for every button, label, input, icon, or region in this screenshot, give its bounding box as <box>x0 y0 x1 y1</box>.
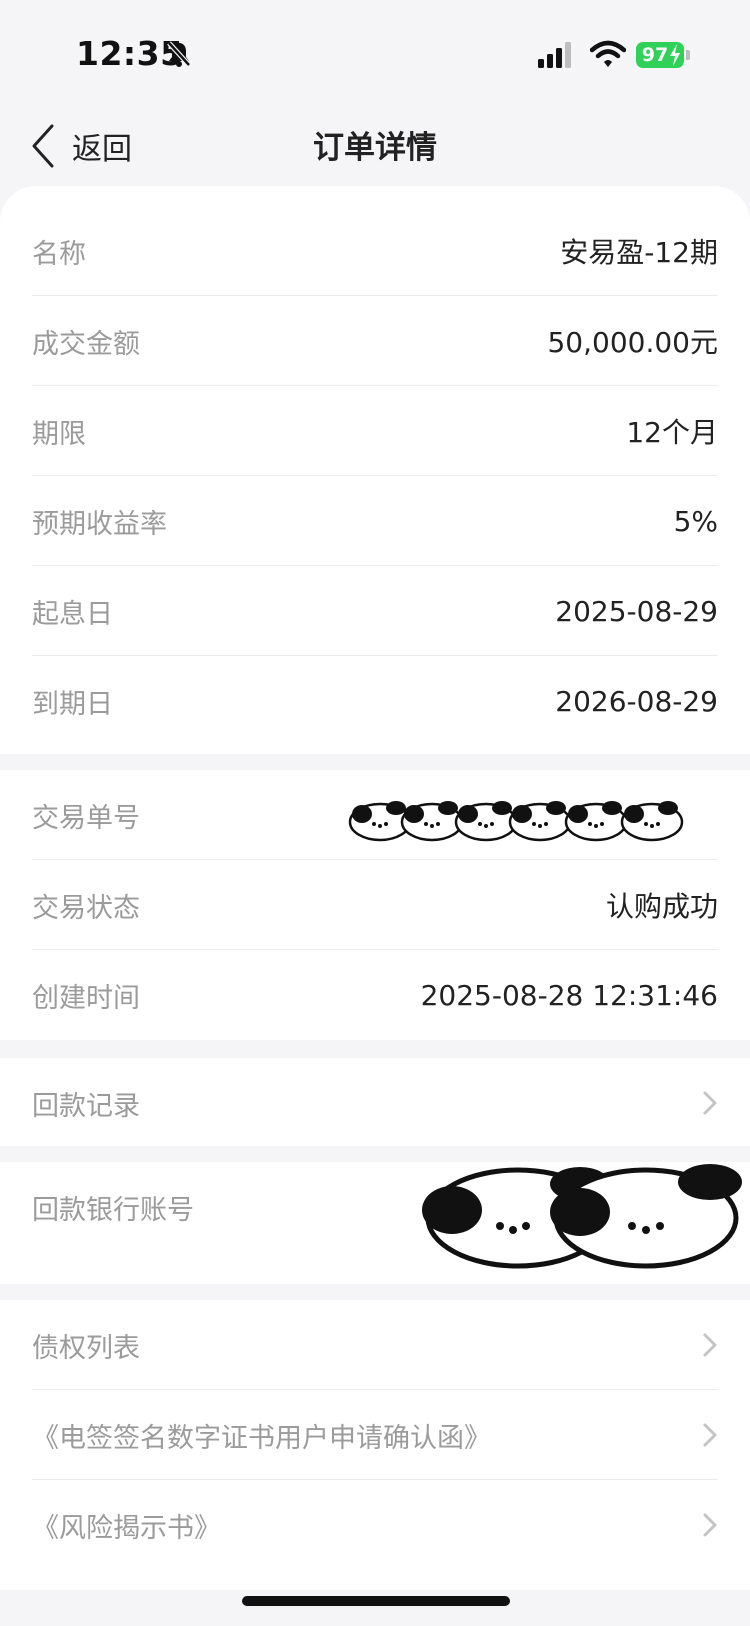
detail-value: 2025-08-29 <box>555 594 718 628</box>
refund-record-card[interactable]: 回款记录 <box>0 1058 750 1146</box>
product-details-card: 名称 安易盈-12期 成交金额 50,000.00元 期限 12个月 预期收益率… <box>0 186 750 754</box>
detail-row-yield: 预期收益率 5% <box>32 476 718 566</box>
detail-label: 预期收益率 <box>32 508 167 540</box>
detail-label: 名称 <box>32 238 86 270</box>
document-row-certificate-letter[interactable]: 《电签签名数字证书用户申请确认函》 <box>32 1390 718 1480</box>
transaction-row-created: 创建时间 2025-08-28 12:31:46 <box>32 950 718 1040</box>
chevron-right-icon <box>703 1333 717 1357</box>
detail-label: 成交金额 <box>32 328 140 360</box>
detail-label: 期限 <box>32 418 86 450</box>
document-row-claims-list[interactable]: 债权列表 <box>32 1300 718 1390</box>
detail-label: 起息日 <box>32 598 113 630</box>
documents-card: 债权列表 《电签签名数字证书用户申请确认函》 《风险揭示书》 <box>0 1300 750 1590</box>
detail-value: 12个月 <box>626 416 718 449</box>
chevron-right-icon <box>703 1513 717 1537</box>
detail-row-amount: 成交金额 50,000.00元 <box>32 296 718 386</box>
detail-row-start-date: 起息日 2025-08-29 <box>32 566 718 656</box>
refund-record-label: 回款记录 <box>32 1090 140 1122</box>
panda-redaction-sticker-strip <box>348 799 684 842</box>
transaction-label: 交易单号 <box>32 802 140 834</box>
transaction-label: 交易状态 <box>32 892 140 924</box>
transaction-row-status: 交易状态 认购成功 <box>32 860 718 950</box>
detail-label: 到期日 <box>32 688 113 720</box>
document-label: 《电签签名数字证书用户申请确认函》 <box>32 1422 491 1454</box>
detail-row-name: 名称 安易盈-12期 <box>32 206 718 296</box>
panda-redaction-sticker <box>422 1164 742 1269</box>
cellular-signal-icon <box>538 42 571 68</box>
chevron-right-icon <box>703 1091 717 1115</box>
battery-icon: 97 <box>636 42 684 68</box>
chevron-right-icon <box>703 1423 717 1447</box>
detail-row-term: 期限 12个月 <box>32 386 718 476</box>
refund-record-row[interactable]: 回款记录 <box>32 1058 718 1148</box>
detail-value: 5% <box>673 504 718 538</box>
document-row-risk-disclosure[interactable]: 《风险揭示书》 <box>32 1480 718 1570</box>
status-bar: 12:35 97 <box>0 0 750 100</box>
bell-slash-icon <box>167 41 191 67</box>
detail-value: 2026-08-29 <box>555 684 718 718</box>
transaction-label: 创建时间 <box>32 982 140 1014</box>
detail-row-maturity-date: 到期日 2026-08-29 <box>32 656 718 746</box>
detail-value: 50,000.00元 <box>547 326 718 359</box>
battery-cap <box>686 50 690 60</box>
detail-value: 安易盈-12期 <box>560 236 718 269</box>
wifi-icon <box>590 40 626 67</box>
transaction-value: 2025-08-28 12:31:46 <box>420 978 718 1012</box>
document-label: 《风险揭示书》 <box>32 1512 221 1544</box>
charging-bolt-icon <box>670 44 680 66</box>
nav-bar: 返回 订单详情 <box>0 100 750 190</box>
document-label: 债权列表 <box>32 1332 140 1364</box>
transaction-value: 认购成功 <box>605 890 718 923</box>
page-title: 订单详情 <box>313 130 437 166</box>
home-indicator[interactable] <box>242 1596 510 1606</box>
refund-account-label: 回款银行账号 <box>32 1194 194 1226</box>
